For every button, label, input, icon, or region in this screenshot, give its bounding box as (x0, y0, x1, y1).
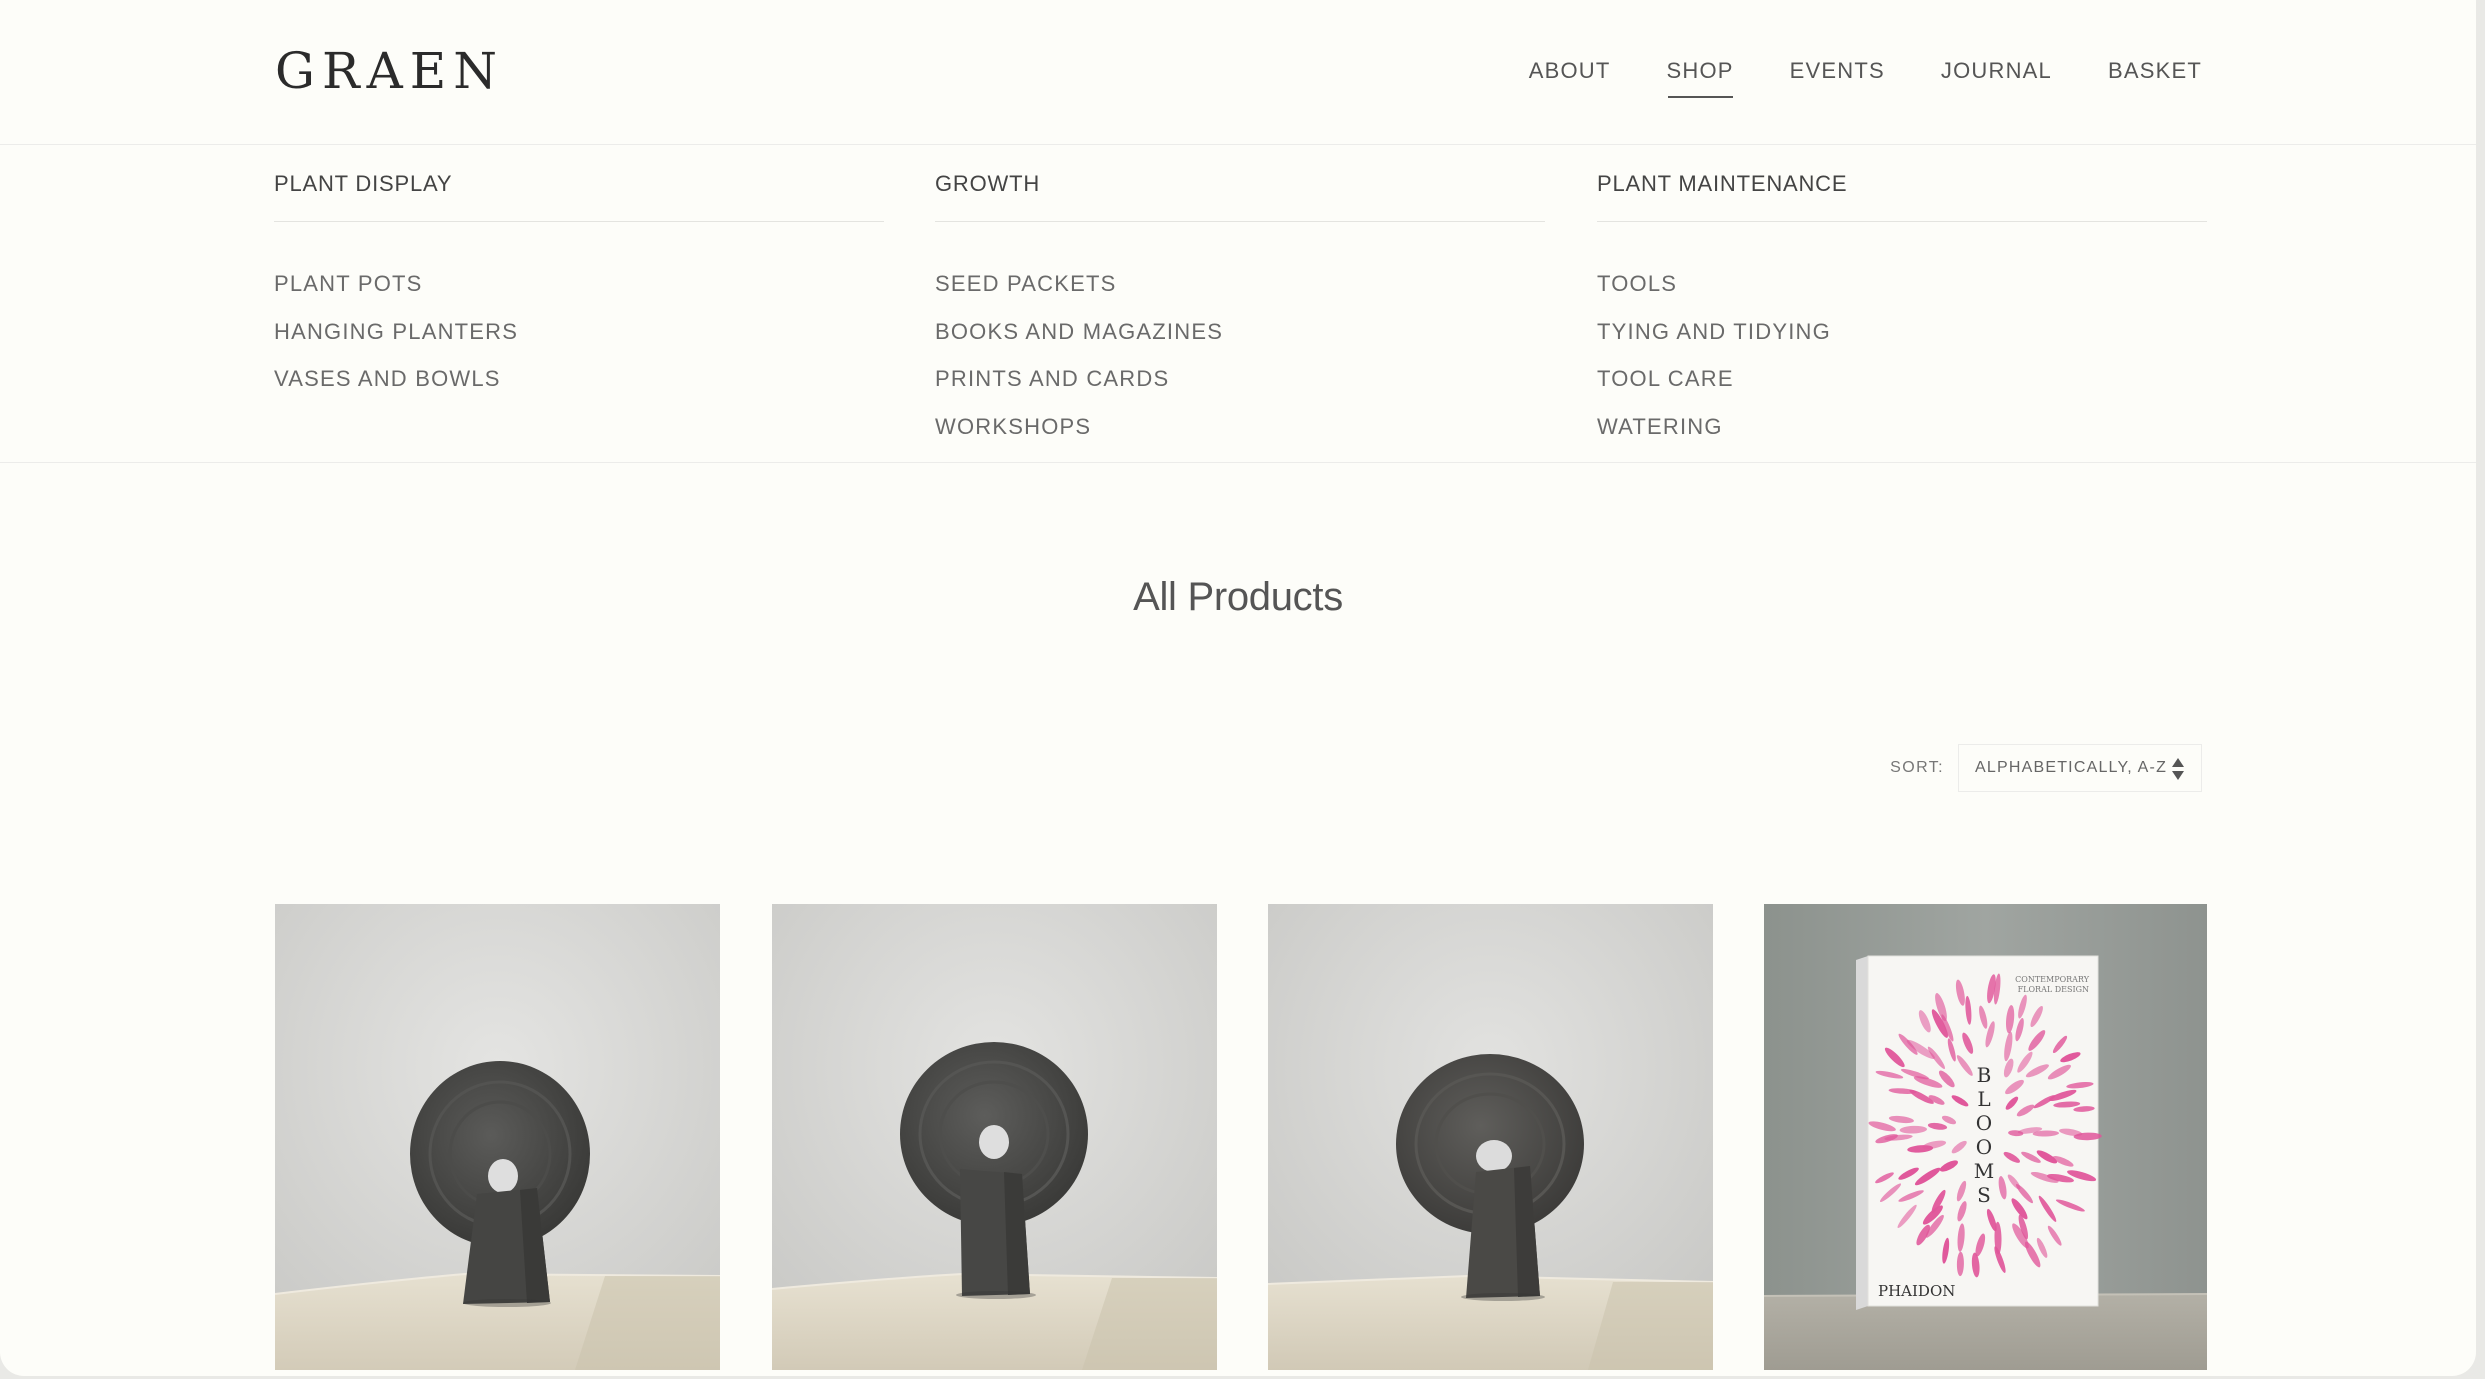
menu-link-watering[interactable]: WATERING (1597, 403, 2207, 451)
menu-link-tool-care[interactable]: TOOL CARE (1597, 355, 2207, 403)
menu-link-tying-and-tidying[interactable]: TYING AND TIDYING (1597, 308, 2207, 356)
menu-link-hanging-planters[interactable]: HANGING PLANTERS (274, 308, 884, 356)
nav-shop[interactable]: SHOP (1667, 54, 1734, 98)
main-nav: ABOUT SHOP EVENTS JOURNAL BASKET (1529, 54, 2202, 98)
menu-column-title: PLANT MAINTENANCE (1597, 173, 2207, 222)
menu-link-books-and-magazines[interactable]: BOOKS AND MAGAZINES (935, 308, 1545, 356)
book-title-letter: L (1977, 1087, 1990, 1111)
browser-window: GRAEN ABOUT SHOP EVENTS JOURNAL BASKET P… (0, 0, 2476, 1376)
site-header: GRAEN ABOUT SHOP EVENTS JOURNAL BASKET (0, 0, 2476, 145)
book-subtitle-2: FLORAL DESIGN (2018, 985, 2089, 994)
sort-control: SORT: ALPHABETICALLY, A-Z (1890, 744, 2202, 792)
product-image (275, 904, 720, 1370)
menu-link-plant-pots[interactable]: PLANT POTS (274, 260, 884, 308)
menu-column-title: PLANT DISPLAY (274, 173, 884, 222)
nav-events[interactable]: EVENTS (1790, 54, 1885, 88)
book-title-letter: O (1976, 1111, 1992, 1135)
product-card-vase-2[interactable] (772, 904, 1217, 1370)
menu-link-vases-and-bowls[interactable]: VASES AND BOWLS (274, 355, 884, 403)
sort-select[interactable]: ALPHABETICALLY, A-Z (1958, 744, 2202, 792)
product-card-vase-3[interactable] (1268, 904, 1713, 1370)
book-title-letter: M (1974, 1159, 1994, 1183)
book-title-letter: B (1977, 1063, 1992, 1087)
menu-column-title: GROWTH (935, 173, 1545, 222)
book-title-letter: S (1977, 1183, 1991, 1207)
nav-journal[interactable]: JOURNAL (1941, 54, 2052, 88)
product-grid: CONTEMPORARY FLORAL DESIGN B L O O M S P… (275, 904, 2207, 1370)
menu-link-workshops[interactable]: WORKSHOPS (935, 403, 1545, 451)
sort-label: SORT: (1890, 759, 1944, 776)
nav-about[interactable]: ABOUT (1529, 54, 1611, 88)
book-publisher: PHAIDON (1878, 1282, 1955, 1300)
menu-column-plant-maintenance: PLANT MAINTENANCE TOOLS TYING AND TIDYIN… (1597, 145, 2207, 450)
book-subtitle-1: CONTEMPORARY (2015, 975, 2090, 984)
sort-value: ALPHABETICALLY, A-Z (1975, 759, 2168, 776)
menu-link-tools[interactable]: TOOLS (1597, 260, 2207, 308)
page-title: All Products (1133, 575, 1343, 619)
nav-basket[interactable]: BASKET (2108, 54, 2202, 88)
menu-link-seed-packets[interactable]: SEED PACKETS (935, 260, 1545, 308)
menu-column-growth: GROWTH SEED PACKETS BOOKS AND MAGAZINES … (935, 145, 1545, 450)
select-arrows-icon (2172, 758, 2184, 780)
shop-mega-menu: PLANT DISPLAY PLANT POTS HANGING PLANTER… (0, 145, 2476, 463)
product-card-vase-1[interactable] (275, 904, 720, 1370)
product-image: CONTEMPORARY FLORAL DESIGN B L O O M S P… (1764, 904, 2207, 1370)
logo[interactable]: GRAEN (275, 38, 504, 104)
menu-column-plant-display: PLANT DISPLAY PLANT POTS HANGING PLANTER… (274, 145, 884, 403)
menu-link-prints-and-cards[interactable]: PRINTS AND CARDS (935, 355, 1545, 403)
product-image (772, 904, 1217, 1370)
product-image (1268, 904, 1713, 1370)
book-title-letter: O (1976, 1135, 1992, 1159)
product-card-blooms-book[interactable]: CONTEMPORARY FLORAL DESIGN B L O O M S P… (1764, 904, 2207, 1370)
